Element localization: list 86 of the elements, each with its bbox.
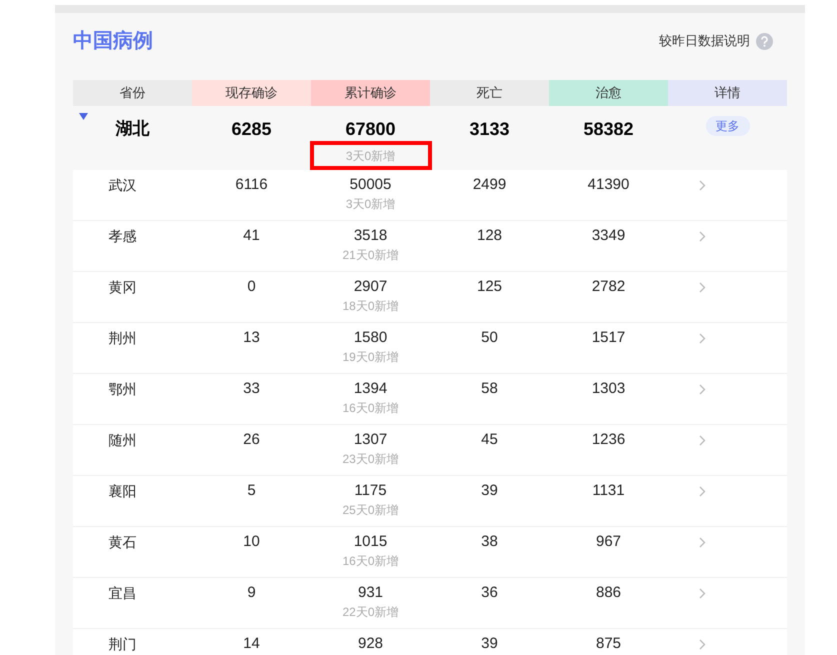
city-total: 50005 [350, 176, 392, 194]
city-current: 0 [247, 278, 256, 296]
province-name: 湖北 [116, 118, 150, 140]
city-note: 25天0新增 [342, 502, 399, 518]
city-total: 1580 [354, 329, 388, 347]
column-header: 累计确诊 [311, 80, 430, 106]
city-name: 荆门 [108, 635, 136, 653]
city-deaths: 50 [481, 329, 498, 347]
chevron-right-icon[interactable] [699, 231, 706, 242]
section-title: 中国病例 [73, 28, 153, 54]
city-total: 928 [358, 635, 384, 653]
city-total: 1394 [354, 380, 388, 398]
city-note: 16天0新增 [342, 400, 399, 416]
chevron-right-icon[interactable] [699, 588, 706, 599]
help-icon[interactable] [756, 32, 773, 50]
city-total: 2907 [354, 278, 388, 296]
city-deaths: 125 [476, 278, 502, 296]
city-cured: 41390 [588, 176, 630, 194]
chevron-right-icon[interactable] [699, 282, 706, 293]
more-button[interactable]: 更多 [706, 116, 750, 136]
city-name: 襄阳 [108, 482, 136, 500]
province-note: 3天0新增 [310, 141, 432, 170]
city-total: 1175 [354, 482, 387, 500]
collapse-caret-icon[interactable] [79, 113, 88, 120]
city-deaths: 39 [481, 482, 498, 500]
city-note: 19天0新增 [342, 349, 399, 365]
city-current: 26 [243, 431, 260, 449]
column-header: 死亡 [430, 80, 549, 106]
city-name: 黄冈 [108, 278, 136, 296]
city-name: 宜昌 [108, 584, 136, 602]
chevron-right-icon[interactable] [699, 639, 706, 650]
city-deaths: 39 [481, 635, 498, 653]
city-current: 5 [247, 482, 256, 500]
column-header: 省份 [73, 80, 192, 106]
city-cured: 967 [596, 533, 622, 551]
city-current: 33 [243, 380, 260, 398]
city-note: 22天0新增 [342, 604, 399, 620]
city-deaths: 128 [476, 227, 502, 245]
city-total: 1015 [354, 533, 388, 551]
city-note: 18天0新增 [342, 298, 399, 314]
city-name: 随州 [108, 431, 136, 449]
city-current: 9 [247, 584, 256, 602]
city-deaths: 38 [481, 533, 498, 551]
city-name: 荆州 [108, 329, 136, 347]
city-note: 23天0新增 [342, 451, 399, 467]
city-total: 3518 [354, 227, 388, 245]
city-deaths: 2499 [472, 176, 506, 194]
city-cured: 875 [596, 635, 622, 653]
city-current: 6116 [235, 176, 268, 194]
province-current: 6285 [231, 118, 272, 140]
city-deaths: 45 [481, 431, 498, 449]
column-header: 现存确诊 [192, 80, 311, 106]
city-name: 黄石 [108, 533, 136, 551]
city-deaths: 58 [481, 380, 498, 398]
province-deaths: 3133 [469, 118, 510, 140]
city-deaths: 36 [481, 584, 498, 602]
city-current: 13 [243, 329, 260, 347]
city-cured: 2782 [592, 278, 626, 296]
city-note: 21天0新增 [342, 247, 399, 263]
city-current: 14 [243, 635, 260, 653]
province-cured: 58382 [583, 118, 634, 140]
chevron-right-icon[interactable] [699, 333, 706, 344]
city-cured: 1236 [592, 431, 626, 449]
city-current: 10 [243, 533, 260, 551]
city-cured: 1131 [592, 482, 625, 500]
chevron-right-icon[interactable] [699, 180, 706, 191]
chevron-right-icon[interactable] [699, 384, 706, 395]
city-cured: 1303 [592, 380, 626, 398]
city-total: 931 [358, 584, 384, 602]
city-name: 鄂州 [108, 380, 136, 398]
city-total: 1307 [354, 431, 388, 449]
city-cured: 886 [596, 584, 622, 602]
city-cured: 3349 [592, 227, 626, 245]
column-header: 详情 [668, 80, 787, 106]
city-note: 3天0新增 [346, 196, 396, 212]
province-total: 67800 [345, 118, 396, 140]
column-header: 治愈 [549, 80, 668, 106]
explain-link[interactable]: 较昨日数据说明 [659, 31, 750, 51]
chevron-right-icon[interactable] [699, 435, 706, 446]
chevron-right-icon[interactable] [699, 486, 706, 497]
city-current: 41 [243, 227, 260, 245]
city-name: 武汉 [108, 176, 136, 194]
city-cured: 1517 [592, 329, 626, 347]
city-note: 16天0新增 [342, 553, 399, 569]
city-name: 孝感 [108, 227, 136, 245]
chevron-right-icon[interactable] [699, 537, 706, 548]
